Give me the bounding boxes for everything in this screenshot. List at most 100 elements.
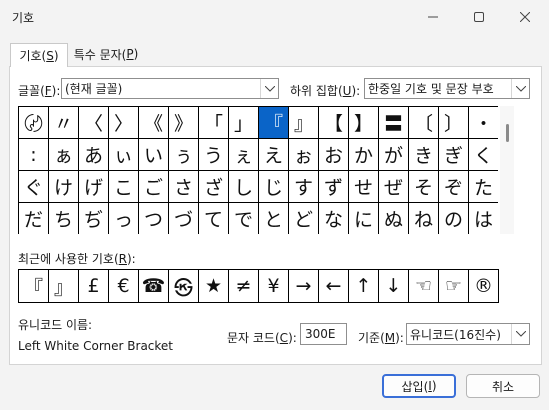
symbol-cell[interactable]: い [139,139,168,170]
symbol-cell[interactable]: だ [19,203,48,234]
symbol-cell[interactable]: ぃ [109,139,138,170]
from-dropdown[interactable]: 유니코드(16진수) [406,323,530,345]
recent-symbol-cell[interactable]: → [289,270,318,302]
insert-button[interactable]: 삽입(I) [382,374,456,398]
recent-symbol-cell[interactable]: ★ [199,270,228,302]
symbol-cell[interactable]: 】 [349,107,378,138]
recent-symbol-cell[interactable]: ㉿ [169,270,198,302]
symbol-cell[interactable]: か [349,139,378,170]
symbol-cell[interactable]: 〄 [19,107,48,138]
symbol-cell[interactable]: し [229,171,258,202]
symbol-cell[interactable]: え [259,139,288,170]
recent-symbol-cell[interactable]: ↑ [349,270,378,302]
scrollbar-thumb[interactable] [506,124,509,142]
symbol-cell[interactable]: ざ [199,171,228,202]
symbol-cell[interactable]: 〓 [379,107,408,138]
font-dropdown[interactable]: (현재 글꼴) [61,78,279,99]
symbol-cell[interactable]: な [319,203,348,234]
symbol-cell[interactable]: ・ [469,107,498,138]
symbol-cell[interactable]: は [469,203,498,234]
maximize-button[interactable] [456,0,502,34]
recent-symbols-row[interactable]: 『』 £ € ☎ ㉿ ★ ≠ ¥ → ← ↑ ↓ ☜ ☞ ® [18,269,499,303]
symbol-cell[interactable]: と [259,203,288,234]
symbol-cell[interactable]: ぞ [439,171,468,202]
symbol-cell[interactable]: そ [409,171,438,202]
symbol-cell[interactable]: づ [169,203,198,234]
symbol-cell[interactable]: 「 [199,107,228,138]
symbol-cell[interactable]: 『 [259,107,288,138]
cancel-button[interactable]: 취소 [466,374,540,398]
recent-symbol-cell[interactable]: ← [319,270,348,302]
symbol-cell[interactable]: つ [139,203,168,234]
symbol-cell[interactable]: : [19,139,48,170]
recent-symbol-cell[interactable]: ® [469,270,498,302]
symbol-cell[interactable]: 』 [289,107,318,138]
recent-symbol-cell[interactable]: ¥ [259,270,288,302]
symbol-cell[interactable]: ど [289,203,318,234]
symbol-cell[interactable]: 〕 [439,107,468,138]
symbol-cell[interactable]: ぅ [169,139,198,170]
symbol-cell[interactable]: ぬ [379,203,408,234]
chevron-down-icon [260,79,278,98]
unicode-name-value: Left White Corner Bracket [18,339,174,353]
close-button[interactable] [502,0,548,34]
symbol-cell[interactable]: の [439,203,468,234]
symbol-cell[interactable]: ぐ [19,171,48,202]
symbol-cell[interactable]: ず [319,171,348,202]
symbol-cell[interactable]: せ [349,171,378,202]
minimize-button[interactable] [410,0,456,34]
symbol-grid[interactable]: 〄〃〈〉《》「」『』【】〓〔〕・: ぁあぃいぅうぇえぉおかがきぎくぐけげこごさざし… [18,106,498,234]
symbol-cell[interactable]: て [199,203,228,234]
symbol-cell[interactable]: お [319,139,348,170]
tab-symbols-label: 기호( [19,49,47,63]
symbol-cell[interactable]: ぎ [439,139,468,170]
recent-symbol-cell[interactable]: ↓ [379,270,408,302]
symbol-cell[interactable]: す [289,171,318,202]
recent-symbol-cell[interactable]: £ [79,270,108,302]
char-code-input[interactable]: 300E [300,323,347,345]
symbol-cell[interactable]: た [469,171,498,202]
unicode-name-label: 유니코드 이름: [18,318,93,332]
symbol-cell[interactable]: ち [49,203,78,234]
recent-symbol-cell[interactable]: ≠ [229,270,258,302]
symbol-cell[interactable]: 《 [139,107,168,138]
recent-symbol-cell[interactable]: € [109,270,138,302]
symbol-cell[interactable]: ぇ [229,139,258,170]
symbol-cell[interactable]: が [379,139,408,170]
symbol-cell[interactable]: 〔 [409,107,438,138]
recent-symbol-cell[interactable]: ☞ [439,270,468,302]
recent-symbol-cell[interactable]: ☜ [409,270,438,302]
recent-symbol-cell[interactable]: 』 [49,270,78,302]
symbol-cell[interactable]: 〉 [109,107,138,138]
symbol-cell[interactable]: に [349,203,378,234]
symbol-cell[interactable]: け [49,171,78,202]
symbol-cell[interactable]: 」 [229,107,258,138]
from-dropdown-value: 유니코드(16진수) [410,327,501,342]
tab-symbols[interactable]: 기호(S) [10,43,68,67]
tab-special-characters[interactable]: 특수 문자(P) [68,43,144,65]
symbol-cell[interactable]: あ [79,139,108,170]
symbol-cell[interactable]: ぜ [379,171,408,202]
symbol-cell[interactable]: さ [169,171,198,202]
symbol-cell[interactable]: 》 [169,107,198,138]
symbol-cell[interactable]: 〃 [49,107,78,138]
symbol-cell[interactable]: で [229,203,258,234]
recent-symbol-cell[interactable]: 『 [19,270,48,302]
symbol-cell[interactable]: ぉ [289,139,318,170]
subset-dropdown[interactable]: 한중일 기호 및 문장 부호 [364,78,530,99]
symbol-cell[interactable]: じ [259,171,288,202]
symbol-cell[interactable]: っ [109,203,138,234]
symbol-cell[interactable]: う [199,139,228,170]
symbol-cell[interactable]: 【 [319,107,348,138]
symbol-cell[interactable]: ぁ [49,139,78,170]
symbol-cell[interactable]: こ [109,171,138,202]
symbol-cell[interactable]: げ [79,171,108,202]
symbol-cell[interactable]: 〈 [79,107,108,138]
symbol-cell[interactable]: き [409,139,438,170]
symbol-cell[interactable]: ご [139,171,168,202]
symbol-cell[interactable]: ね [409,203,438,234]
symbol-cell[interactable]: ぢ [79,203,108,234]
from-label: 기준(M): [358,331,404,345]
recent-symbol-cell[interactable]: ☎ [139,270,168,302]
symbol-cell[interactable]: く [469,139,498,170]
